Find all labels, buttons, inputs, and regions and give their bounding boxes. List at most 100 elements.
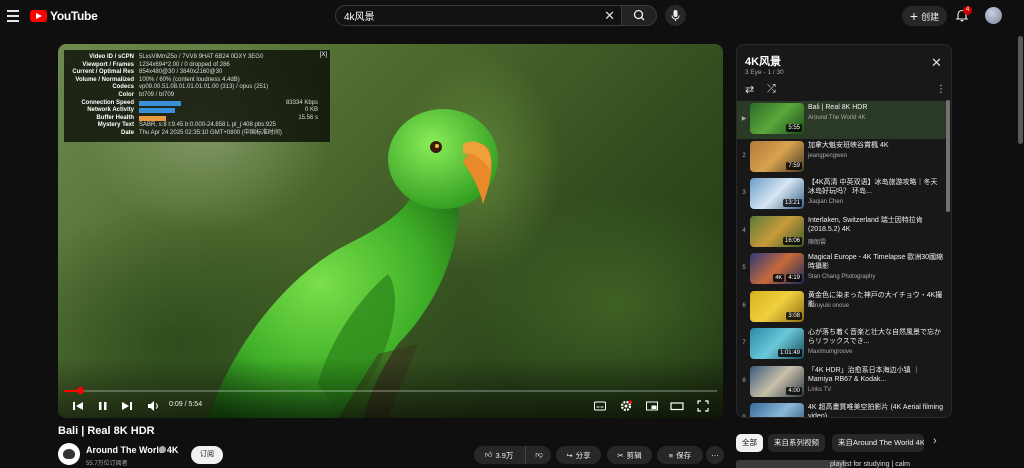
account-avatar[interactable] bbox=[985, 7, 1002, 24]
stats-key: Video ID / sCPN bbox=[89, 54, 134, 60]
playlist-item[interactable]: 8 4:00 「4K HDR」治愈系日本海边小镇 ｜ Mamiya RB67 & K… bbox=[737, 364, 947, 402]
video-player[interactable]: Video ID / sCPN 5LxsViMmZ5o / 7VV8 9HAT 6… bbox=[58, 44, 723, 418]
playlist-item[interactable]: 5 4K 4:19 Magical Europe - 4K Timelapse 歐洲3… bbox=[737, 251, 947, 289]
youtube-play-icon bbox=[30, 10, 47, 22]
playlist-item-index: 3 bbox=[742, 190, 746, 196]
playlist-item-thumbnail[interactable]: 1:01:49 bbox=[750, 328, 804, 359]
stats-bar bbox=[139, 108, 175, 114]
clip-label: 剪辑 bbox=[626, 450, 642, 460]
previous-icon[interactable] bbox=[72, 399, 84, 413]
subscriber-count: 55.7万位订阅者 bbox=[86, 461, 128, 467]
playlist-item-title: Interlaken, Switzerland 瑞士因特拉肯(2018.5.2)… bbox=[808, 216, 923, 233]
playlist-item-title: 心が落ち着く音楽と壮大な自然風景で忘からリラックスでき... bbox=[808, 329, 941, 345]
clip-button[interactable]: ✂ 剪辑 bbox=[607, 446, 652, 464]
playlist-item-index: 7 bbox=[742, 340, 746, 346]
theater-mode-icon[interactable] bbox=[670, 399, 684, 413]
microphone-icon bbox=[671, 10, 680, 21]
chip-from-series[interactable]: 来自系列视频 bbox=[768, 434, 825, 452]
stats-value-right: 0 KB bbox=[304, 107, 318, 114]
search-button[interactable] bbox=[622, 5, 657, 26]
settings-gear-icon[interactable] bbox=[619, 399, 633, 413]
plus-icon: + bbox=[909, 8, 919, 24]
playlist-item[interactable]: 6 3:08 黄金色に染まった神戸の大イチョウ・4K撮影 haruyuki onoue bbox=[737, 289, 947, 327]
stats-key: Connection Speed bbox=[81, 99, 134, 106]
progress-bar[interactable] bbox=[64, 387, 717, 394]
chips-next-chevron-icon[interactable]: › bbox=[933, 435, 937, 447]
scissors-icon: ✂ bbox=[617, 450, 624, 460]
stats-close-button[interactable]: [X] bbox=[320, 52, 327, 60]
playlist-subtitle: 3 Eye - 1 / 30 bbox=[745, 69, 784, 76]
playlist-scrollbar[interactable] bbox=[946, 100, 950, 212]
playlist-item-thumbnail[interactable]: 13:21 bbox=[750, 178, 804, 209]
more-actions-button[interactable]: ⋯ bbox=[706, 446, 724, 464]
playlist-item[interactable]: 4 16:06 Interlaken, Switzerland 瑞士因特拉肯(201… bbox=[737, 214, 947, 252]
more-horizontal-icon: ⋯ bbox=[711, 450, 719, 460]
playlist-item-duration: 16:06 bbox=[782, 236, 802, 245]
pause-icon[interactable] bbox=[97, 399, 109, 413]
share-label: 分享 bbox=[575, 450, 591, 460]
youtube-logo[interactable]: YouTube bbox=[30, 9, 98, 23]
playlist-item-duration: 7:59 bbox=[786, 161, 802, 170]
playlist-item[interactable]: 7 1:01:49 心が落ち着く音楽と壮大な自然風景で忘からリラックスでき... Ma… bbox=[737, 326, 947, 364]
shuffle-icon[interactable]: ⤮ bbox=[767, 83, 776, 96]
page-scrollbar[interactable] bbox=[1018, 36, 1023, 144]
logo-text: YouTube bbox=[50, 9, 98, 23]
chip-from-channel[interactable]: 来自Around The World 4K bbox=[832, 434, 924, 452]
next-icon[interactable] bbox=[121, 399, 133, 413]
stats-value: vp09.00.51.08.01.01.01.01.00 (313) / opu… bbox=[139, 84, 269, 91]
playlist-title[interactable]: 4K风景 bbox=[745, 53, 781, 69]
playlist-item-channel: haruyuki onoue bbox=[808, 302, 850, 309]
chip-all[interactable]: 全部 bbox=[736, 434, 763, 452]
stats-bar bbox=[139, 115, 166, 121]
playlist-item-duration: 4:00 bbox=[786, 386, 802, 395]
save-label: 保存 bbox=[676, 450, 692, 460]
miniplayer-icon[interactable] bbox=[645, 399, 659, 413]
search-input[interactable] bbox=[344, 6, 594, 25]
playlist-item-title: 【4K高清 中英双语】冰岛旅游攻略｜冬天冰岛好玩吗？ 环岛... bbox=[808, 179, 938, 195]
thumbs-down-icon: 👎︎ bbox=[535, 450, 543, 459]
playlist-item-channel: Around The World 4K bbox=[808, 115, 866, 121]
stats-value-right: 15.56 s bbox=[298, 114, 318, 121]
search-box: ✕ bbox=[335, 5, 622, 26]
fullscreen-icon[interactable] bbox=[696, 399, 710, 413]
loop-icon[interactable]: ⇄ bbox=[745, 83, 754, 96]
thumbs-up-icon: 👍︎ bbox=[484, 450, 493, 459]
playlist-item-thumbnail[interactable]: 4:00 bbox=[750, 365, 804, 397]
playlist-item-thumbnail[interactable]: 16:06 bbox=[750, 215, 804, 247]
playlist-item-thumbnail[interactable]: 7:59 bbox=[750, 140, 804, 172]
menu-icon[interactable] bbox=[7, 10, 19, 22]
close-playlist-icon[interactable]: ✕ bbox=[931, 56, 942, 69]
playlist-item[interactable]: 3 13:21 【4K高清 中英双语】冰岛旅游攻略｜冬天冰岛好玩吗？ 环岛... Ji… bbox=[737, 176, 947, 214]
voice-search-button[interactable] bbox=[665, 5, 686, 26]
playlist-item[interactable]: 9 4K 超高畫質唯美空拍影片 (4K Aerial filming video) bbox=[737, 401, 947, 418]
playlist-item-title: 4K 超高畫質唯美空拍影片 (4K Aerial filming video) bbox=[808, 404, 943, 418]
playlist-item-thumbnail[interactable]: 3:08 bbox=[750, 290, 804, 322]
time-display: 0:09 / 5:54 bbox=[169, 401, 203, 408]
playlist-item-thumbnail[interactable]: 4K 4:19 bbox=[750, 253, 804, 284]
more-options-icon[interactable]: ⋮ bbox=[936, 84, 946, 95]
subscribe-button[interactable]: 订阅 bbox=[191, 446, 223, 464]
stats-value: 854x480@30 / 3840x2160@30 bbox=[139, 69, 223, 76]
playlist-item-thumbnail[interactable] bbox=[750, 403, 804, 417]
stats-key: Volume / Normalized bbox=[75, 76, 134, 83]
create-label: 创建 bbox=[921, 11, 940, 22]
create-button[interactable]: + 创建 bbox=[902, 6, 947, 26]
playlist-item-thumbnail[interactable]: 5:55 bbox=[750, 103, 804, 134]
save-button[interactable]: ≡ 保存 bbox=[657, 446, 703, 464]
stats-row: Date Thu Apr 24 2025 02:35:10 GMT+0800 (中… bbox=[64, 130, 330, 138]
playlist-item-channel: Maximumgroove bbox=[808, 349, 853, 355]
recommendation-title[interactable]: playlist for studying | calm bbox=[830, 461, 910, 468]
share-button[interactable]: ↪ 分享 bbox=[556, 446, 601, 464]
subtitles-icon[interactable] bbox=[593, 399, 607, 413]
like-button[interactable]: 👍︎ 3.9万 bbox=[474, 446, 524, 464]
playlist-item[interactable]: ▶ 5:55 Bali | Real 8K HDR Around The World … bbox=[737, 101, 947, 139]
channel-avatar[interactable] bbox=[58, 443, 80, 465]
playlist-item-title: Bali | Real 8K HDR bbox=[808, 104, 868, 111]
stats-key: Date bbox=[120, 130, 134, 136]
stats-key: Current / Optimal Res bbox=[72, 69, 134, 76]
playlist-item[interactable]: 2 7:59 加拿大魁安班峡谷賞楓 4K jeangpengwen bbox=[737, 139, 947, 177]
clear-search-icon[interactable]: ✕ bbox=[604, 9, 615, 22]
dislike-button[interactable]: 👎︎ bbox=[525, 446, 552, 464]
volume-icon[interactable] bbox=[146, 399, 160, 413]
playlist-item-channel: Jiaqian Chen bbox=[808, 199, 844, 205]
